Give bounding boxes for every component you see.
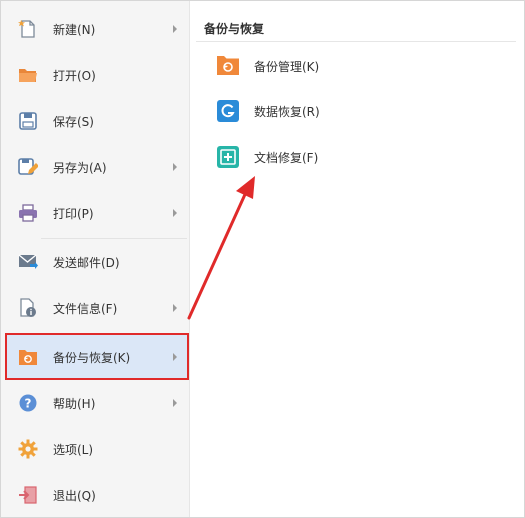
submenu-separator	[196, 41, 516, 42]
submenu-item-label: 文档修复(F)	[254, 150, 319, 165]
submenu-item-label: 备份管理(K)	[254, 59, 320, 74]
submenu-item-label: 数据恢复(R)	[254, 104, 320, 119]
new-file-icon	[17, 18, 39, 40]
submenu-item-backup-manage[interactable]: 备份管理(K)	[216, 53, 319, 79]
document-repair-icon	[216, 145, 240, 169]
menu-item-label: 发送邮件(D)	[53, 255, 120, 270]
menu-item-exit[interactable]: 退出(Q)	[7, 473, 187, 517]
menu-separator	[41, 238, 187, 239]
menu-item-open[interactable]: 打开(O)	[7, 53, 187, 97]
backup-folder-icon	[17, 346, 39, 368]
menu-item-label: 打开(O)	[53, 68, 96, 83]
file-menu: 新建(N) 打开(O) 保存(S) 另存为(A) 打印(P) 发送邮件(D) 文…	[1, 1, 190, 517]
submenu-title: 备份与恢复	[204, 22, 265, 36]
submenu-item-data-recovery[interactable]: 数据恢复(R)	[216, 98, 320, 124]
menu-item-label: 另存为(A)	[53, 160, 107, 175]
menu-item-label: 帮助(H)	[53, 396, 96, 411]
submenu-panel: 备份与恢复 备份管理(K) 数据恢复(R) 文档修复(F)	[190, 1, 524, 517]
menu-item-new[interactable]: 新建(N)	[7, 7, 187, 51]
backup-folder-icon	[216, 54, 240, 78]
svg-text:?: ?	[25, 397, 32, 411]
chevron-right-icon	[173, 25, 177, 33]
chevron-right-icon	[173, 353, 177, 361]
folder-open-icon	[17, 64, 39, 86]
menu-item-label: 选项(L)	[53, 442, 94, 457]
menu-item-options[interactable]: 选项(L)	[7, 427, 187, 471]
menu-item-save[interactable]: 保存(S)	[7, 99, 187, 143]
chevron-right-icon	[173, 304, 177, 312]
menu-item-label: 文件信息(F)	[53, 301, 118, 316]
submenu-item-document-repair[interactable]: 文档修复(F)	[216, 144, 318, 170]
exit-icon	[17, 484, 39, 506]
menu-item-label: 备份与恢复(K)	[53, 350, 131, 365]
menu-item-send-mail[interactable]: 发送邮件(D)	[7, 240, 187, 284]
file-info-icon	[17, 297, 39, 319]
printer-icon	[17, 202, 39, 224]
menu-item-label: 保存(S)	[53, 114, 94, 129]
menu-item-print[interactable]: 打印(P)	[7, 191, 187, 235]
menu-item-file-info[interactable]: 文件信息(F)	[7, 286, 187, 330]
menu-item-help[interactable]: ? 帮助(H)	[7, 381, 187, 425]
chevron-right-icon	[173, 163, 177, 171]
menu-item-label: 打印(P)	[53, 206, 94, 221]
file-menu-window: 新建(N) 打开(O) 保存(S) 另存为(A) 打印(P) 发送邮件(D) 文…	[0, 0, 525, 518]
chevron-right-icon	[173, 209, 177, 217]
menu-item-backup-restore[interactable]: 备份与恢复(K)	[7, 335, 187, 379]
menu-item-label: 退出(Q)	[53, 488, 96, 503]
save-icon	[17, 110, 39, 132]
gear-icon	[17, 438, 39, 460]
mail-icon	[17, 251, 39, 273]
menu-item-label: 新建(N)	[53, 22, 96, 37]
help-icon: ?	[17, 392, 39, 414]
menu-item-save-as[interactable]: 另存为(A)	[7, 145, 187, 189]
chevron-right-icon	[173, 399, 177, 407]
data-recovery-icon	[216, 99, 240, 123]
save-as-icon	[17, 156, 39, 178]
